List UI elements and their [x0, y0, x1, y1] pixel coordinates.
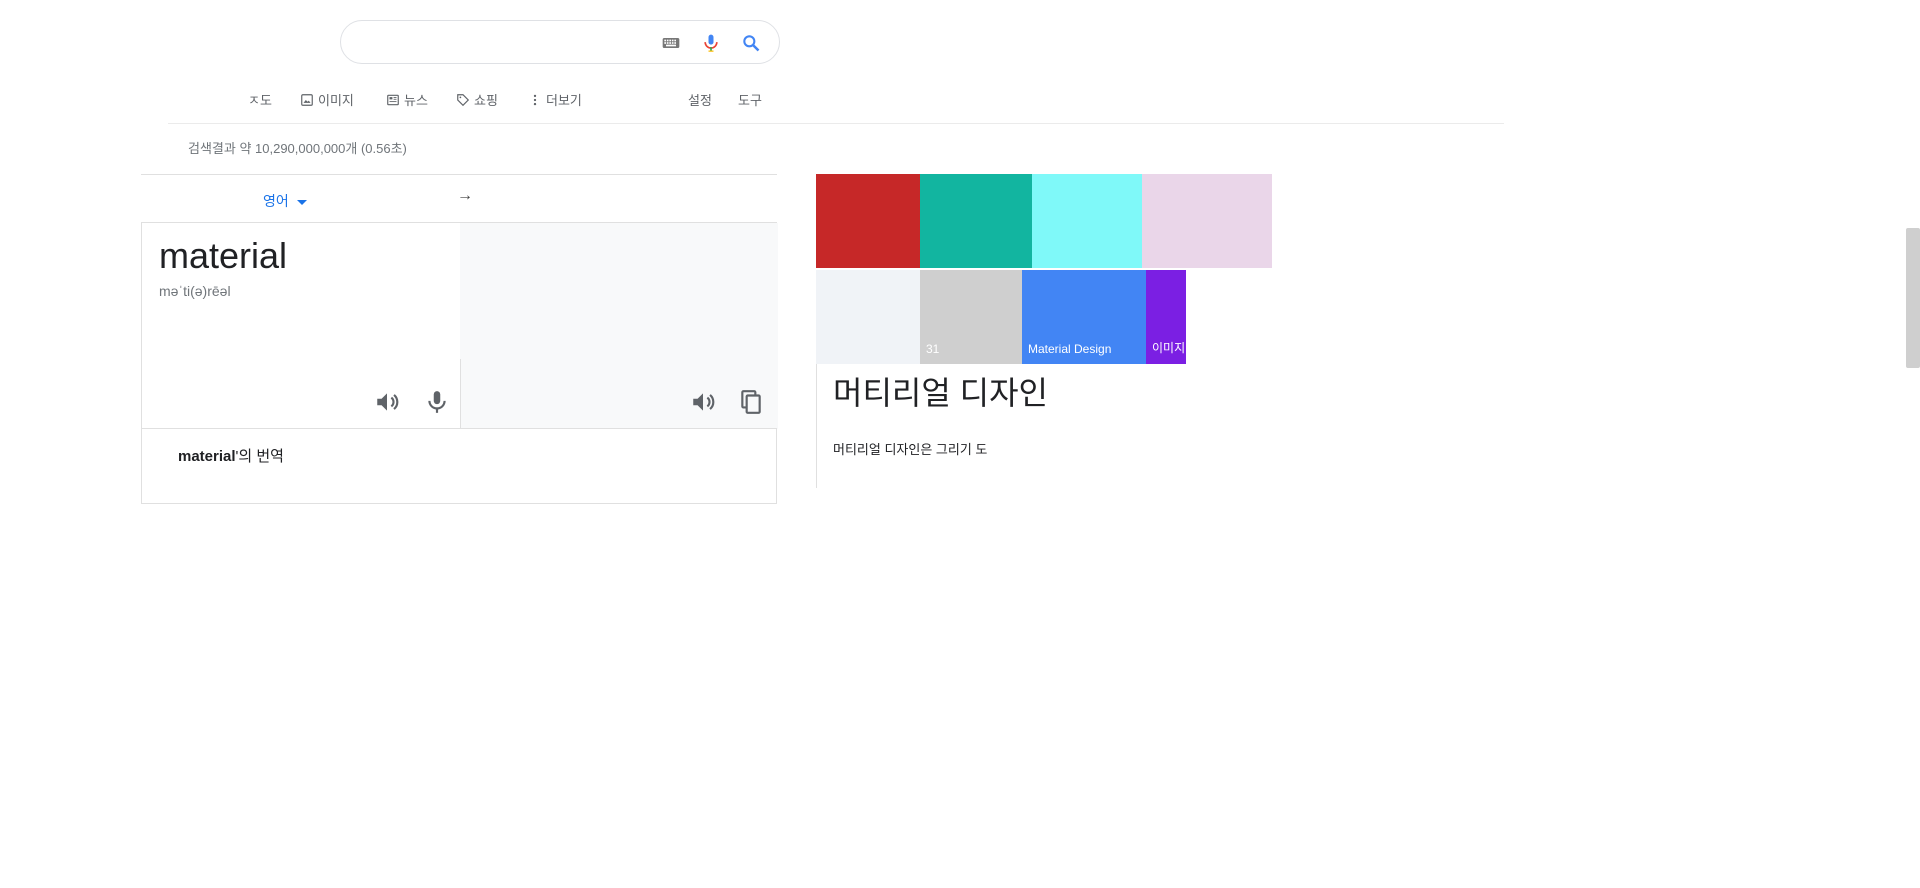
footer-suffix: '의 번역 [235, 448, 284, 465]
tab-all[interactable]: ㅈ도 [248, 90, 272, 109]
image-result-tile[interactable]: 이미지 [1146, 270, 1186, 364]
panel-divider [460, 359, 461, 429]
translate-body: material məˈti(ə)rēəl [141, 222, 778, 429]
tab-news[interactable]: 뉴스 [386, 90, 428, 109]
source-text[interactable]: material [159, 235, 287, 277]
search-box[interactable] [340, 20, 780, 64]
speaker-icon[interactable] [374, 389, 400, 415]
image-icon [301, 93, 313, 106]
tab-settings[interactable]: 설정 [688, 90, 712, 109]
translation-footer[interactable]: material'의 번역 [141, 428, 777, 504]
search-input[interactable] [357, 31, 661, 57]
mic-icon[interactable] [424, 389, 450, 415]
more-vert-icon [533, 94, 537, 105]
tab-more[interactable]: 더보기 [528, 90, 582, 109]
image-result-tile[interactable] [920, 174, 1032, 268]
image-result-tile[interactable] [1032, 174, 1142, 268]
translations-of-label: material'의 번역 [178, 445, 284, 466]
image-tile-label: 이미지 [1152, 341, 1186, 355]
source-language-select[interactable]: 영어 [263, 191, 307, 211]
tab-tools-label: 도구 [738, 93, 762, 108]
result-stats: 검색결과 약 10,290,000,000개 (0.56초) [188, 141, 407, 156]
language-bar: 영어 → [141, 174, 777, 223]
tab-all-label: ㅈ도 [248, 93, 272, 108]
mic-icon[interactable] [701, 33, 721, 53]
tab-shopping-label: 쇼핑 [474, 93, 498, 108]
tab-shopping[interactable]: 쇼핑 [456, 90, 498, 109]
image-grid: 31 Material Design 이미지 [816, 174, 1272, 364]
tab-more-label: 더보기 [546, 93, 582, 108]
tab-tools[interactable]: 도구 [738, 90, 762, 109]
translate-card: 영어 → material məˈti(ə)rēəl material'의 번역 [141, 174, 778, 504]
image-result-tile[interactable]: Material Design [1022, 270, 1146, 364]
scrollbar-thumb[interactable] [1906, 228, 1920, 368]
tab-images[interactable]: 이미지 [300, 90, 354, 109]
source-language-label: 영어 [263, 193, 289, 209]
tab-images-label: 이미지 [318, 93, 354, 108]
news-icon [387, 94, 399, 105]
knowledge-panel-description: 머티리얼 디자인은 그리기 도 [833, 442, 988, 457]
image-result-tile[interactable]: 31 [920, 270, 1022, 364]
image-result-tile[interactable] [816, 174, 920, 268]
knowledge-panel-title: 머티리얼 디자인 [833, 375, 1048, 411]
translation-output-panel [460, 223, 778, 429]
tabs-divider [168, 123, 1504, 124]
copy-icon[interactable] [738, 389, 764, 415]
search-icon[interactable] [741, 33, 761, 53]
knowledge-panel-divider [816, 364, 817, 488]
speaker-output-icon[interactable] [690, 389, 716, 415]
footer-word: material [178, 448, 236, 465]
swap-languages-arrow[interactable]: → [457, 187, 473, 205]
phonetic-text: məˈti(ə)rēəl [159, 283, 231, 299]
image-result-tile[interactable] [1142, 174, 1272, 268]
keyboard-icon[interactable] [661, 33, 681, 53]
tab-news-label: 뉴스 [404, 93, 428, 108]
tag-icon [457, 93, 470, 106]
tab-settings-label: 설정 [688, 93, 712, 108]
image-tile-label: Material Design [1028, 342, 1112, 356]
image-result-tile[interactable] [816, 270, 920, 364]
image-tile-label: 31 [926, 342, 940, 356]
dropdown-caret-icon [296, 199, 307, 205]
